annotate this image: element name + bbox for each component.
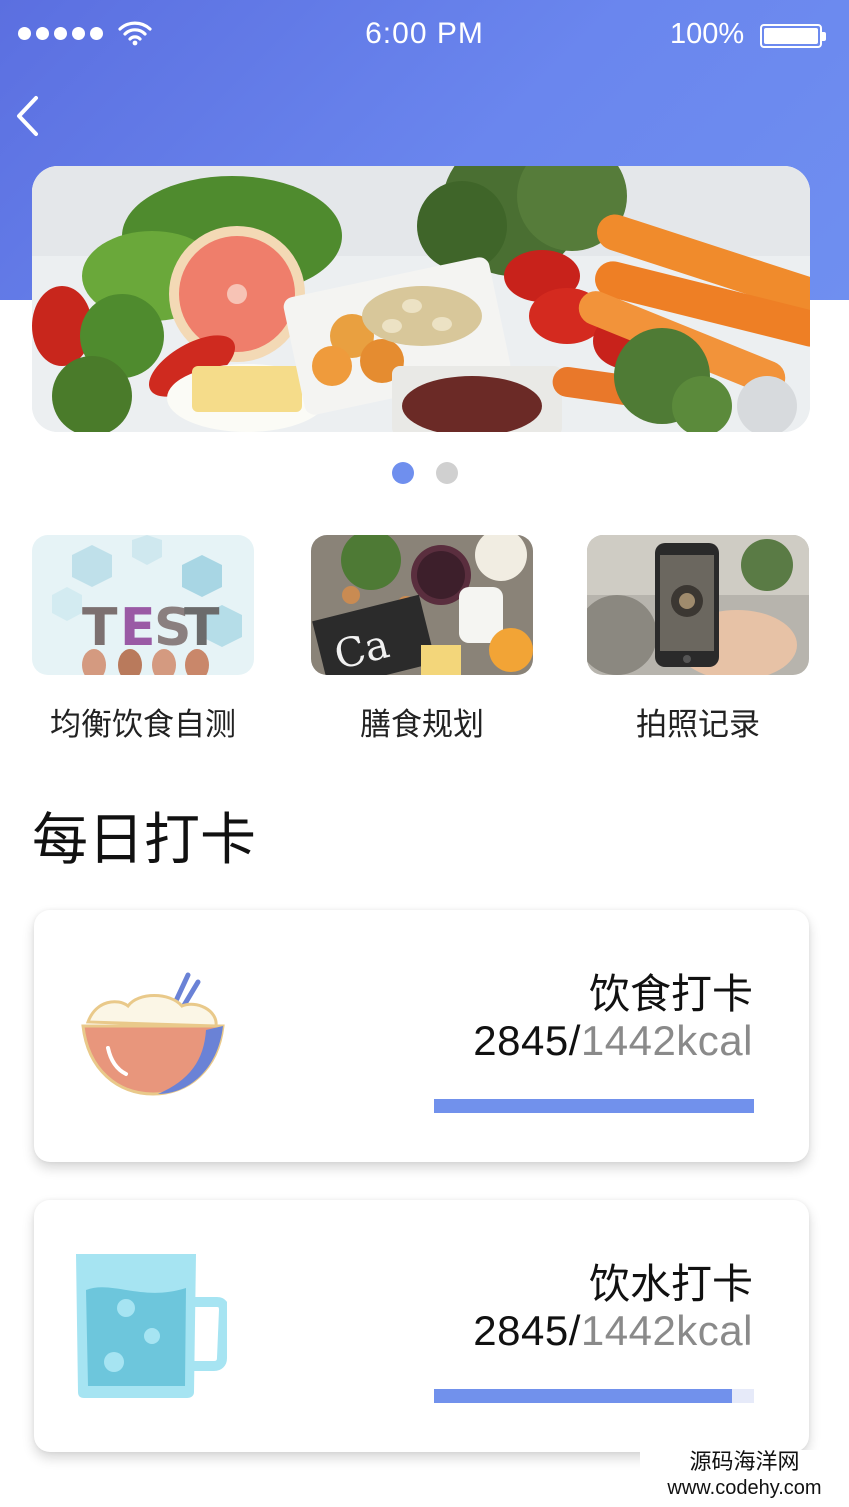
back-button[interactable] (8, 92, 48, 140)
diet-checkin-card[interactable]: 饮食打卡 2845/1442kcal (34, 910, 809, 1162)
feature-label: 拍照记录 (636, 707, 760, 743)
progress-track (434, 1099, 754, 1113)
stat-current: 2845/ (473, 1307, 581, 1354)
carousel-dot-2[interactable] (435, 462, 458, 484)
battery-percentage: 100% (670, 18, 745, 50)
card-stat: 2845/1442kcal (473, 1017, 753, 1065)
battery-icon (760, 24, 826, 48)
stat-target: 1442kcal (580, 1307, 753, 1354)
stat-current: 2845/ (473, 1017, 581, 1064)
card-title: 饮食打卡 (589, 970, 753, 1018)
banner-image (32, 166, 810, 432)
rice-bowl-icon (81, 972, 225, 1096)
water-checkin-card[interactable]: 饮水打卡 2845/1442kcal (34, 1200, 809, 1452)
carousel-dot-1[interactable] (391, 462, 414, 484)
carousel-indicator (0, 462, 849, 484)
feature-photo-record[interactable]: 拍照记录 (587, 535, 809, 744)
watermark-url: www.codehy.com (667, 1477, 822, 1499)
progress-track (434, 1389, 754, 1403)
diet-self-test-image: T E S T (32, 535, 254, 675)
svg-text:E: E (120, 598, 156, 658)
feature-label: 均衡饮食自测 (50, 707, 236, 743)
section-title: 每日打卡 (32, 808, 256, 873)
progress-bar (434, 1099, 754, 1113)
watermark-title: 源码海洋网 (689, 1450, 800, 1475)
card-title: 饮水打卡 (589, 1260, 753, 1308)
svg-text:T: T (82, 598, 118, 658)
feature-label: 膳食规划 (360, 707, 484, 743)
card-stat: 2845/1442kcal (473, 1307, 753, 1355)
watermark: 源码海洋网 www.codehy.com (640, 1450, 849, 1507)
water-cup-icon (76, 1254, 227, 1398)
stat-target: 1442kcal (580, 1017, 753, 1064)
svg-text:T: T (184, 598, 220, 658)
diet-planning-image: Ca (311, 535, 533, 675)
photo-record-image (587, 535, 809, 675)
status-bar: 6:00 PM 100% (0, 0, 849, 70)
banner-carousel[interactable] (32, 166, 810, 432)
progress-bar (434, 1389, 732, 1403)
feature-diet-planning[interactable]: Ca 膳食规划 (311, 535, 533, 744)
feature-diet-self-test[interactable]: T E S T 均衡饮食自测 (32, 535, 254, 744)
chevron-left-icon (17, 96, 38, 136)
